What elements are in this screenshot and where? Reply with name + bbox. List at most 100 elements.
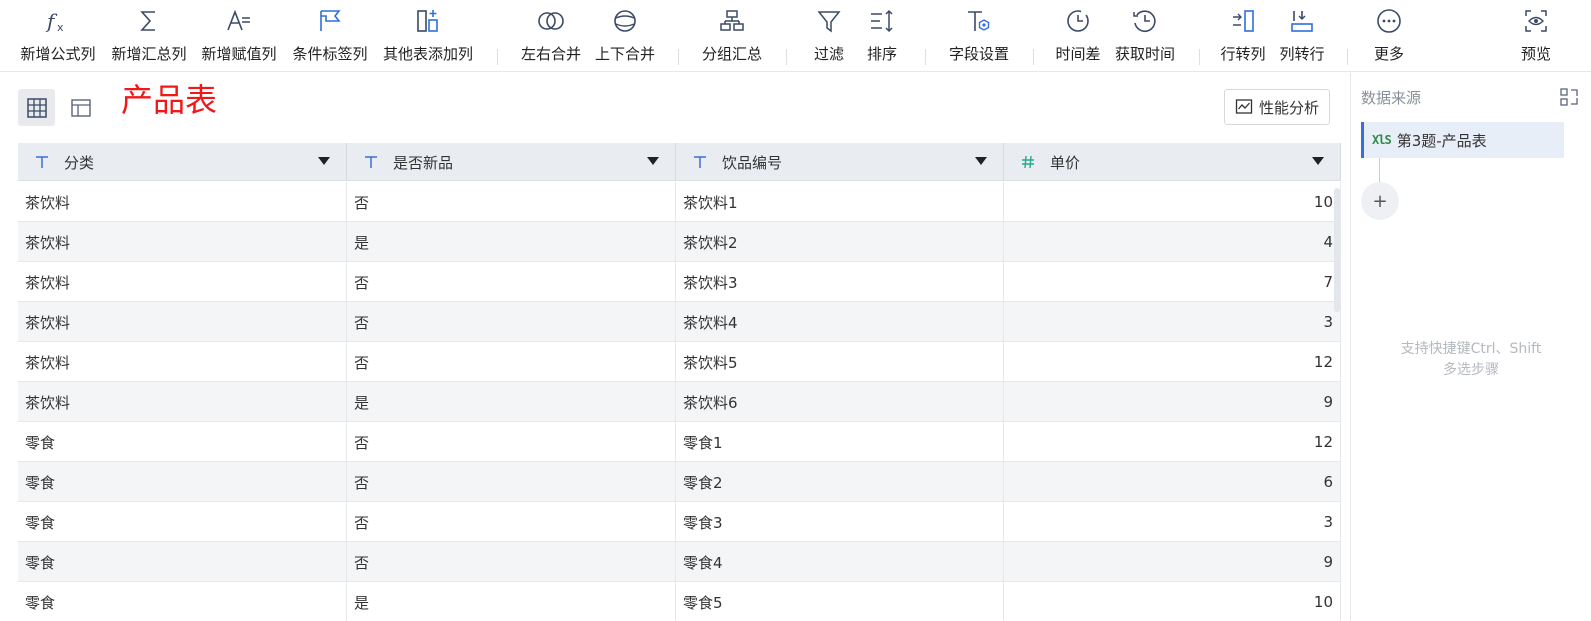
cell-drink-id[interactable]: 茶饮料5 (676, 342, 1004, 382)
cell-unit-price[interactable]: 6 (1004, 462, 1341, 502)
cell-unit-price[interactable]: 3 (1004, 302, 1341, 342)
formula-icon: fx (45, 9, 64, 34)
column-to-row-button[interactable]: 列转行 (1277, 0, 1327, 72)
get-time-button[interactable]: 获取时间 (1112, 0, 1178, 72)
toolbar-divider (1347, 49, 1348, 65)
group-summary-button[interactable]: 分组汇总 (699, 0, 765, 72)
toolbar-divider (1199, 49, 1200, 65)
cell-is-new[interactable]: 否 (347, 302, 676, 342)
table-row[interactable]: 茶饮料是茶饮料6 9 (18, 382, 1341, 422)
toolbar-label: 更多 (1373, 45, 1404, 63)
toolbar-divider (1033, 49, 1034, 65)
cell-is-new[interactable]: 否 (347, 542, 676, 582)
cell-drink-id[interactable]: 茶饮料2 (676, 222, 1004, 262)
panel-title: 数据来源 (1361, 89, 1422, 107)
cell-unit-price[interactable]: 4 (1004, 222, 1341, 262)
layout-view-button[interactable] (62, 89, 99, 126)
table-row[interactable]: 零食否零食2 6 (18, 462, 1341, 502)
cell-drink-id[interactable]: 茶饮料6 (676, 382, 1004, 422)
add-column-other-table-button[interactable]: 其他表添加列 (379, 0, 477, 72)
table-row[interactable]: 零食否零食4 9 (18, 542, 1341, 582)
cell-drink-id[interactable]: 零食3 (676, 502, 1004, 542)
column-header-drink-id[interactable]: 饮品编号 (676, 143, 1004, 181)
add-summary-column-button[interactable]: 新增汇总列 (108, 0, 190, 72)
cell-drink-id[interactable]: 零食2 (676, 462, 1004, 502)
cell-unit-price[interactable]: 9 (1004, 542, 1341, 582)
cell-category[interactable]: 茶饮料 (18, 222, 347, 262)
cell-is-new[interactable]: 否 (347, 502, 676, 542)
table-row[interactable]: 茶饮料否茶饮料4 3 (18, 302, 1341, 342)
time-diff-button[interactable]: 时间差 (1053, 0, 1103, 72)
cell-unit-price[interactable]: 10 (1004, 182, 1341, 222)
column-menu-caret-icon[interactable] (1312, 157, 1324, 165)
cell-category[interactable]: 零食 (18, 462, 347, 502)
merge-horizontal-button[interactable]: 左右合并 (518, 0, 584, 72)
column-menu-caret-icon[interactable] (318, 157, 330, 165)
cell-category[interactable]: 茶饮料 (18, 382, 347, 422)
cell-is-new[interactable]: 是 (347, 382, 676, 422)
add-assign-column-button[interactable]: 新增赋值列 (198, 0, 280, 72)
cell-drink-id[interactable]: 零食1 (676, 422, 1004, 462)
filter-button[interactable]: 过滤 (808, 0, 850, 72)
row-to-column-button[interactable]: 行转列 (1218, 0, 1268, 72)
sort-button[interactable]: 排序 (861, 0, 903, 72)
cell-category[interactable]: 零食 (18, 502, 347, 542)
condition-tag-column-button[interactable]: 条件标签列 (289, 0, 371, 72)
column-menu-caret-icon[interactable] (647, 157, 659, 165)
cell-drink-id[interactable]: 茶饮料3 (676, 262, 1004, 302)
cell-category[interactable]: 茶饮料 (18, 262, 347, 302)
cell-is-new[interactable]: 是 (347, 582, 676, 621)
cell-drink-id[interactable]: 茶饮料1 (676, 182, 1004, 222)
toolbar-label: 新增汇总列 (111, 45, 187, 63)
column-header-is-new[interactable]: 是否新品 (347, 143, 676, 181)
cell-is-new[interactable]: 是 (347, 222, 676, 262)
page-title: 产品表 (121, 81, 218, 119)
cell-is-new[interactable]: 否 (347, 182, 676, 222)
cell-drink-id[interactable]: 茶饮料4 (676, 302, 1004, 342)
column-header-category[interactable]: 分类 (18, 143, 347, 181)
column-menu-caret-icon[interactable] (975, 157, 987, 165)
cell-category[interactable]: 茶饮料 (18, 342, 347, 382)
table-scrollbar[interactable] (1334, 188, 1340, 312)
time-diff-icon (1067, 10, 1089, 32)
cell-category[interactable]: 茶饮料 (18, 302, 347, 342)
cell-unit-price[interactable]: 12 (1004, 422, 1341, 462)
table-row[interactable]: 茶饮料是茶饮料2 4 (18, 222, 1341, 262)
table-row[interactable]: 零食是零食5 10 (18, 582, 1341, 621)
table-row[interactable]: 茶饮料否茶饮料5 12 (18, 342, 1341, 382)
cell-drink-id[interactable]: 零食4 (676, 542, 1004, 582)
cell-unit-price[interactable]: 3 (1004, 502, 1341, 542)
field-settings-button[interactable]: 字段设置 (946, 0, 1012, 72)
cell-category[interactable]: 零食 (18, 542, 347, 582)
cell-is-new[interactable]: 否 (347, 462, 676, 502)
column-label: 单价 (1050, 153, 1081, 172)
table-row[interactable]: 零食否零食3 3 (18, 502, 1341, 542)
cell-unit-price[interactable]: 12 (1004, 342, 1341, 382)
data-source-item[interactable]: XlS 第3题-产品表 (1361, 122, 1564, 158)
column-header-unit-price[interactable]: 单价 (1004, 143, 1341, 181)
cell-category[interactable]: 零食 (18, 582, 347, 621)
add-step-button[interactable]: + (1361, 182, 1399, 220)
performance-analysis-button[interactable]: 性能分析 (1224, 89, 1330, 125)
cell-category[interactable]: 茶饮料 (18, 182, 347, 222)
cell-category[interactable]: 零食 (18, 422, 347, 462)
cell-is-new[interactable]: 否 (347, 422, 676, 462)
table-row[interactable]: 茶饮料否茶饮料1 10 (18, 182, 1341, 222)
more-button[interactable]: 更多 (1368, 0, 1410, 72)
condition-tag-icon (320, 10, 341, 31)
sigma-icon (140, 11, 155, 31)
merge-vertical-button[interactable]: 上下合并 (592, 0, 658, 72)
table-row[interactable]: 零食否零食1 12 (18, 422, 1341, 462)
grid-view-button[interactable] (18, 89, 55, 126)
cell-is-new[interactable]: 否 (347, 262, 676, 302)
collapse-panel-icon[interactable] (1559, 87, 1579, 107)
cell-unit-price[interactable]: 9 (1004, 382, 1341, 422)
preview-button[interactable]: 预览 (1515, 0, 1557, 72)
add-formula-column-button[interactable]: fx 新增公式列 (17, 0, 99, 72)
cell-unit-price[interactable]: 10 (1004, 582, 1341, 621)
cell-is-new[interactable]: 否 (347, 342, 676, 382)
table-row[interactable]: 茶饮料否茶饮料3 7 (18, 262, 1341, 302)
cell-unit-price[interactable]: 7 (1004, 262, 1341, 302)
toolbar-label: 过滤 (813, 45, 844, 63)
cell-drink-id[interactable]: 零食5 (676, 582, 1004, 621)
